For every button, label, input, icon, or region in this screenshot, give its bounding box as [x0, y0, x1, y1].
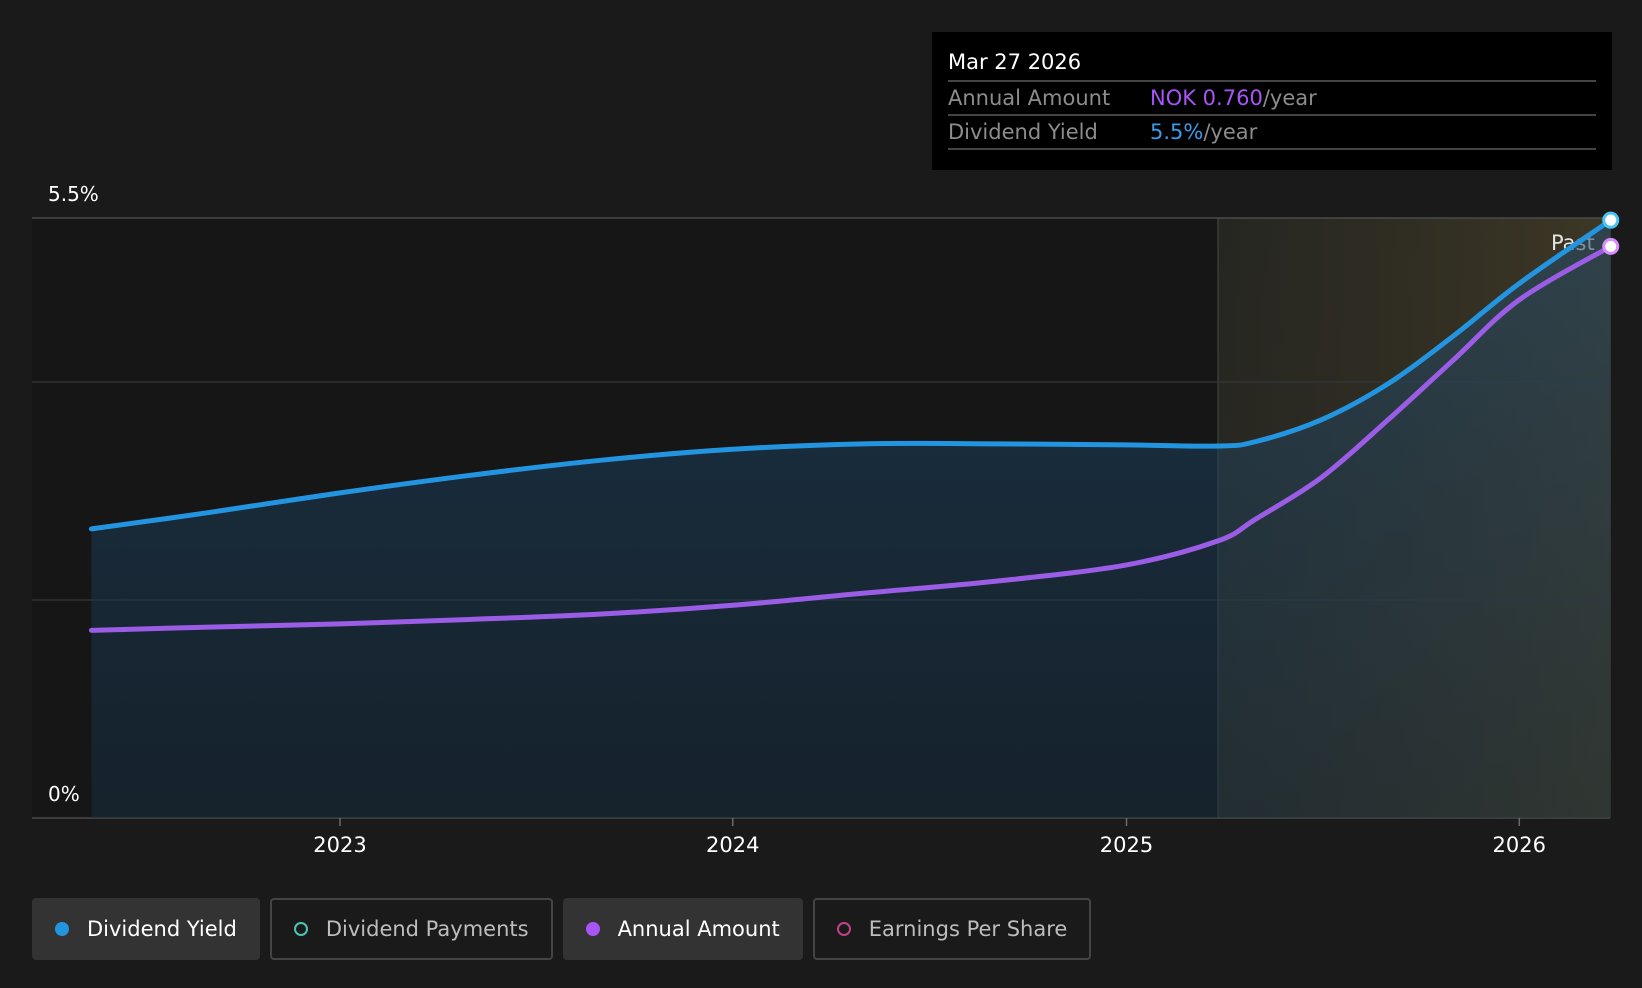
- tooltip-date: Mar 27 2026: [948, 46, 1596, 82]
- x-tick-label: 2026: [1493, 833, 1546, 857]
- x-tick-label: 2024: [706, 833, 759, 857]
- tooltip-amount-row: Annual Amount NOK 0.760/year: [948, 82, 1596, 116]
- annual-amount-end-marker: [1602, 237, 1620, 255]
- legend-label: Earnings Per Share: [868, 917, 1068, 941]
- legend-dot-icon: [55, 922, 69, 936]
- tooltip-yield-unit: /year: [1203, 120, 1258, 144]
- tooltip-yield-value: 5.5%: [1150, 120, 1204, 144]
- tooltip-amount-value: NOK 0.760: [1150, 86, 1263, 110]
- legend-dot-icon: [585, 922, 600, 936]
- legend-item-dividend-payments[interactable]: Dividend Payments: [269, 898, 553, 960]
- legend-dot-icon: [836, 922, 851, 936]
- x-tick-label: 2025: [1100, 833, 1153, 857]
- tooltip-amount-label: Annual Amount: [948, 86, 1111, 110]
- forecast-overlay: [1217, 218, 1611, 818]
- legend-item-annual-amount[interactable]: Annual Amount: [562, 898, 803, 960]
- legend-label: Dividend Yield: [87, 917, 237, 941]
- y-tick-label-max: 5.5%: [48, 182, 99, 206]
- legend-item-dividend-yield[interactable]: Dividend Yield: [32, 898, 260, 960]
- legend-dot-icon: [293, 922, 308, 936]
- tooltip-yield-label: Dividend Yield: [948, 120, 1098, 144]
- hover-tooltip: Mar 27 2026 Annual Amount NOK 0.760/year…: [932, 32, 1612, 170]
- dividend-yield-end-marker: [1602, 211, 1620, 229]
- y-tick-label-zero: 0%: [48, 782, 80, 806]
- x-tick-label: 2023: [313, 833, 366, 857]
- legend-item-earnings-per-share[interactable]: Earnings Per Share: [812, 898, 1092, 960]
- dividend-chart-widget: Past 2023 2024 2025 2026 5.5% 0% Mar 27 2026…: [0, 0, 1642, 988]
- legend-label: Annual Amount: [617, 917, 780, 941]
- legend-label: Dividend Payments: [325, 917, 529, 941]
- tooltip-amount-unit: /year: [1262, 86, 1317, 110]
- chart-legend: Dividend Yield Dividend Payments Annual …: [32, 898, 1092, 960]
- tooltip-yield-row: Dividend Yield 5.5%/year: [948, 116, 1596, 150]
